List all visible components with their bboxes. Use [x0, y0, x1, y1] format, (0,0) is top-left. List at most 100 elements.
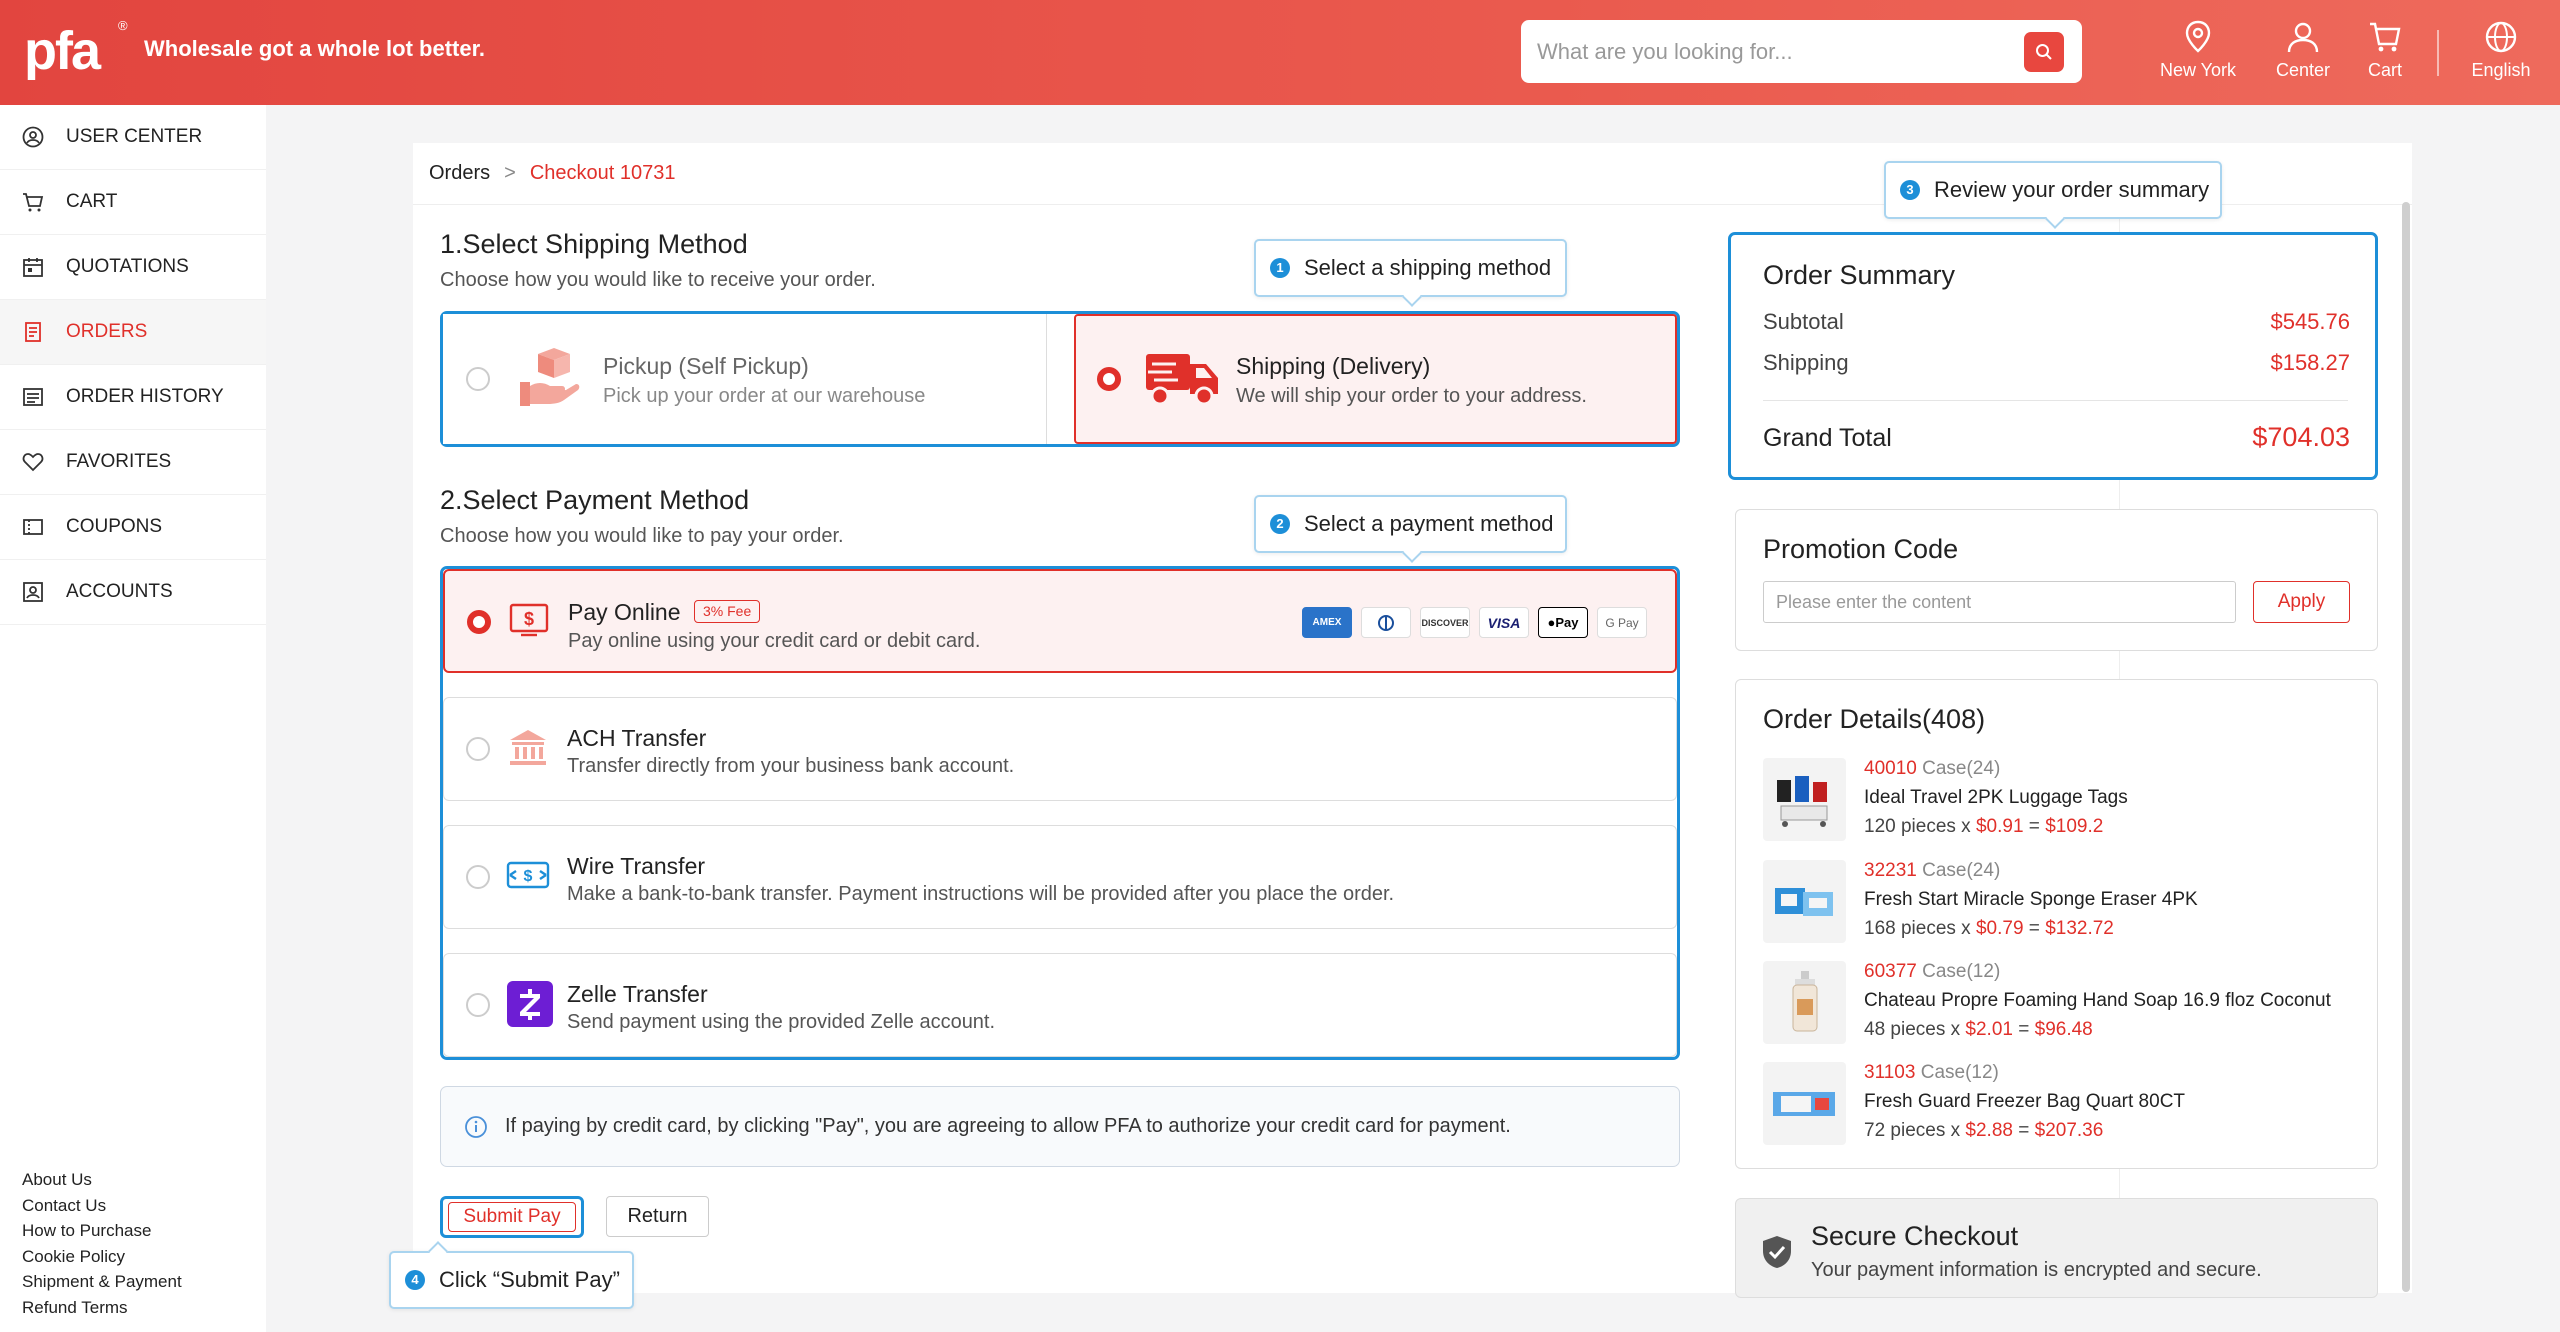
- footer-link-refund-terms[interactable]: Refund Terms: [22, 1295, 182, 1321]
- apply-button[interactable]: Apply: [2253, 581, 2350, 623]
- payment-option-ach[interactable]: ACH Transfer Transfer directly from your…: [443, 697, 1677, 801]
- sidebar-item-label: COUPONS: [66, 516, 163, 537]
- sidebar-item-cart[interactable]: CART: [0, 170, 266, 235]
- svg-text:$: $: [524, 868, 533, 885]
- tooltip-step-2: 2 Select a payment method: [1254, 495, 1567, 563]
- payment-option-wire[interactable]: $ Wire Transfer Make a bank-to-bank tran…: [443, 825, 1677, 929]
- nav-location[interactable]: New York: [2153, 20, 2243, 86]
- pickup-radio[interactable]: [466, 367, 490, 391]
- item-equals: =: [2028, 816, 2040, 837]
- apple-pay-label: Pay: [1555, 615, 1579, 630]
- nav-cart[interactable]: Cart: [2340, 20, 2430, 86]
- footer-link-cookie-policy[interactable]: Cookie Policy: [22, 1244, 182, 1270]
- search-input[interactable]: [1537, 20, 2017, 83]
- item-name[interactable]: Fresh Guard Freezer Bag Quart 80CT: [1864, 1091, 2359, 1113]
- pfa-logo[interactable]: pfa ®: [24, 18, 128, 82]
- shipping-section-subtitle: Choose how you would like to receive you…: [440, 269, 876, 291]
- grand-total-value: $704.03: [2252, 422, 2350, 452]
- sidebar: USER CENTER CART QUOTATIONS ORDERS ORDER…: [0, 105, 266, 1332]
- item-unit-price: $2.88: [1965, 1120, 2013, 1141]
- sidebar-item-orders[interactable]: ORDERS: [0, 300, 266, 365]
- apple-pay-icon: ● Pay: [1538, 607, 1588, 638]
- secure-checkout-desc: Your payment information is encrypted an…: [1811, 1259, 2262, 1281]
- item-qty: 72 pieces x: [1864, 1120, 1961, 1141]
- zelle-icon: [507, 981, 553, 1027]
- product-thumbnail: [1763, 758, 1846, 841]
- discover-icon: DISCOVER: [1420, 607, 1470, 638]
- ach-desc: Transfer directly from your business ban…: [567, 755, 1015, 777]
- heart-icon: [22, 453, 44, 472]
- pay-online-radio[interactable]: [467, 610, 491, 634]
- scrollbar[interactable]: [2402, 202, 2410, 1292]
- nav-cart-label: Cart: [2367, 60, 2402, 80]
- payment-option-pay-online[interactable]: $ Pay Online 3% Fee Pay online using you…: [443, 569, 1677, 673]
- search-button[interactable]: [2024, 32, 2064, 72]
- item-equals: =: [2028, 918, 2040, 939]
- secure-checkout-title: Secure Checkout: [1811, 1221, 2019, 1251]
- footer-link-about[interactable]: About Us: [22, 1167, 182, 1193]
- shipping-option-delivery[interactable]: Shipping (Delivery) We will ship your or…: [1074, 314, 1677, 444]
- item-total: $207.36: [2034, 1120, 2104, 1141]
- footer-link-how-to-purchase[interactable]: How to Purchase: [22, 1218, 182, 1244]
- item-code[interactable]: 60377: [1864, 961, 1917, 982]
- pickup-box-hand-icon: [520, 348, 580, 406]
- fee-badge: 3% Fee: [694, 600, 761, 623]
- order-item[interactable]: 32231 Case(24) Fresh Start Miracle Spong…: [1763, 860, 2363, 950]
- return-button[interactable]: Return: [606, 1196, 709, 1237]
- delivery-radio[interactable]: [1097, 367, 1121, 391]
- pay-online-title: Pay Online: [568, 599, 681, 625]
- order-details-title: Order Details(408): [1763, 704, 1986, 734]
- nav-center-label: Center: [2275, 60, 2331, 80]
- sidebar-item-user-center[interactable]: USER CENTER: [0, 105, 266, 170]
- logo-registered-mark: ®: [118, 18, 128, 33]
- zelle-desc: Send payment using the provided Zelle ac…: [567, 1011, 996, 1033]
- product-thumbnail: [1763, 860, 1846, 943]
- subtotal-label: Subtotal: [1763, 309, 1844, 334]
- item-price-line: 120 pieces x $0.91 = $109.2: [1864, 816, 2103, 838]
- sidebar-item-favorites[interactable]: FAVORITES: [0, 430, 266, 495]
- nav-location-label: New York: [2159, 60, 2237, 80]
- shipping-option-pickup[interactable]: Pickup (Self Pickup) Pick up your order …: [443, 314, 1047, 444]
- footer-link-shipment-payment[interactable]: Shipment & Payment: [22, 1269, 182, 1295]
- item-code[interactable]: 31103: [1864, 1062, 1915, 1083]
- sidebar-item-coupons[interactable]: COUPONS: [0, 495, 266, 560]
- sidebar-item-order-history[interactable]: ORDER HISTORY: [0, 365, 266, 430]
- promo-code-input[interactable]: [1763, 581, 2236, 623]
- id-card-icon: [23, 582, 43, 602]
- submit-pay-button[interactable]: Submit Pay: [448, 1202, 576, 1232]
- nav-language[interactable]: English: [2456, 20, 2546, 86]
- item-pack: Case(12): [1920, 1062, 1999, 1083]
- item-code[interactable]: 40010: [1864, 758, 1917, 779]
- item-code[interactable]: 32231: [1864, 860, 1917, 881]
- item-name[interactable]: Ideal Travel 2PK Luggage Tags: [1864, 787, 2359, 809]
- order-summary-title: Order Summary: [1763, 260, 1956, 290]
- item-name[interactable]: Fresh Start Miracle Sponge Eraser 4PK: [1864, 889, 2359, 911]
- sidebar-item-quotations[interactable]: QUOTATIONS: [0, 235, 266, 300]
- nav-center[interactable]: Center: [2258, 20, 2348, 86]
- shipping-options: Pickup (Self Pickup) Pick up your order …: [440, 311, 1680, 447]
- list-icon: [23, 388, 43, 406]
- credit-card-notice: If paying by credit card, by clicking "P…: [440, 1086, 1680, 1167]
- search-bar: [1521, 20, 2082, 83]
- zelle-radio[interactable]: [466, 993, 490, 1017]
- diners-icon: [1361, 607, 1411, 638]
- order-item[interactable]: 60377 Case(12) Chateau Propre Foaming Ha…: [1763, 961, 2363, 1051]
- step-number-4: 4: [405, 1270, 425, 1290]
- sidebar-item-label: ORDERS: [66, 321, 148, 342]
- wire-radio[interactable]: [466, 865, 490, 889]
- sidebar-item-accounts[interactable]: ACCOUNTS: [0, 560, 266, 625]
- tooltip-text: Select a shipping method: [1304, 255, 1552, 280]
- item-pack: Case(12): [1922, 961, 2001, 982]
- wire-title: Wire Transfer: [567, 853, 706, 879]
- footer-link-contact[interactable]: Contact Us: [22, 1193, 182, 1219]
- tooltip-text: Click “Submit Pay”: [439, 1267, 620, 1292]
- document-icon: [25, 322, 41, 342]
- order-item[interactable]: 40010 Case(24) Ideal Travel 2PK Luggage …: [1763, 758, 2363, 848]
- ach-radio[interactable]: [466, 737, 490, 761]
- order-item[interactable]: 31103 Case(12) Fresh Guard Freezer Bag Q…: [1763, 1062, 2363, 1152]
- sidebar-item-label: QUOTATIONS: [66, 256, 189, 277]
- payment-option-zelle[interactable]: Zelle Transfer Send payment using the pr…: [443, 953, 1677, 1057]
- breadcrumb-orders[interactable]: Orders: [429, 162, 490, 185]
- calendar-icon: [23, 258, 43, 277]
- item-name[interactable]: Chateau Propre Foaming Hand Soap 16.9 fl…: [1864, 990, 2359, 1012]
